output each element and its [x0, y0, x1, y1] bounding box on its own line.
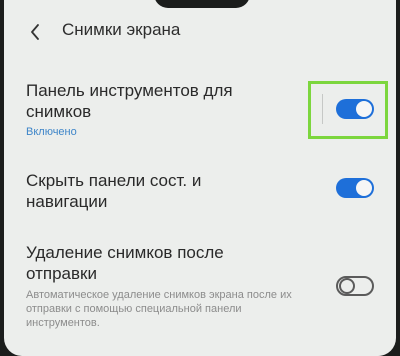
toggle-knob — [339, 278, 355, 294]
setting-label: Панель инструментов для снимков — [26, 81, 233, 121]
hide-bars-toggle[interactable] — [336, 178, 374, 198]
setting-hide-status-nav-bars[interactable]: Скрыть панели сост. и навигации — [4, 168, 396, 218]
setting-status: Включено — [26, 126, 77, 138]
back-arrow-icon — [31, 24, 39, 40]
setting-label: Скрыть панели сост. и навигации — [26, 171, 202, 211]
setting-delete-after-sharing[interactable]: Удаление снимков после отправки Автомати… — [4, 240, 396, 356]
delete-after-sharing-toggle[interactable] — [336, 276, 374, 296]
toggle-knob — [356, 180, 372, 196]
app-header: Снимки экрана — [4, 0, 396, 64]
back-button[interactable] — [26, 18, 50, 46]
setting-label: Удаление снимков после отправки — [26, 243, 224, 283]
setting-screenshot-toolbar[interactable]: Панель инструментов для снимков Включено — [4, 78, 396, 150]
selection-highlight — [308, 81, 388, 139]
page-title: Снимки экрана — [62, 20, 181, 39]
settings-screen: Снимки экрана Панель инструментов для сн… — [4, 0, 396, 356]
setting-description: Автоматическое удаление снимков экрана п… — [26, 289, 292, 329]
